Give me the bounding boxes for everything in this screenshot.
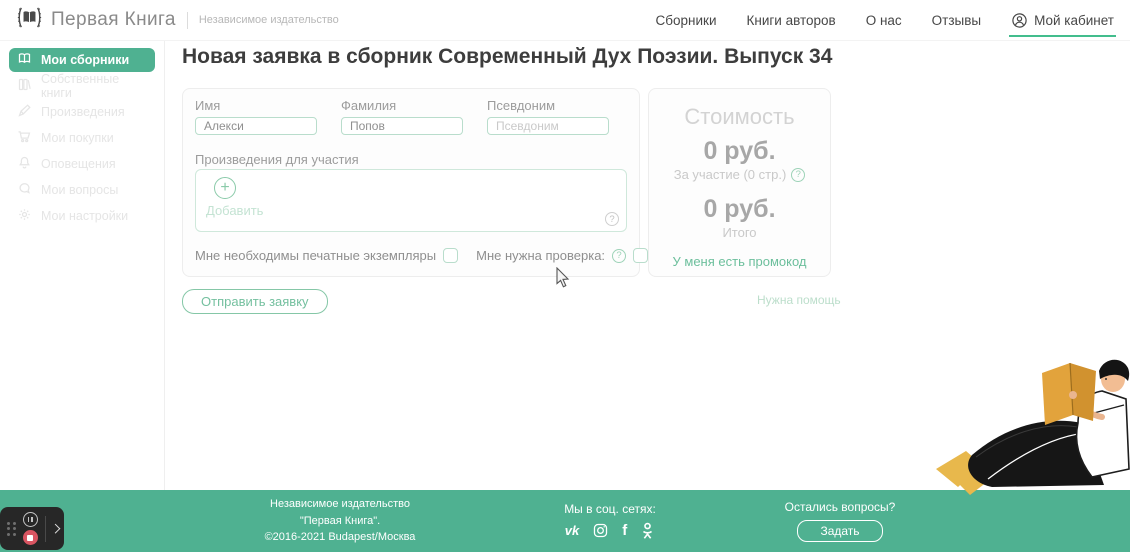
nav-my-cabinet-label: Мой кабинет — [1034, 13, 1114, 28]
stop-button[interactable] — [23, 530, 38, 545]
application-form-card: Имя Фамилия Псевдоним Произведения для у… — [182, 88, 640, 277]
promo-code-link[interactable]: У меня есть промокод — [649, 254, 830, 269]
pen-icon — [17, 103, 32, 121]
instagram-icon[interactable] — [592, 522, 609, 539]
vk-icon[interactable]: vk — [565, 523, 579, 538]
publisher-line: ©2016-2021 Budapest/Москва — [225, 529, 455, 546]
main-nav: Сборники Книги авторов О нас Отзывы Мой … — [656, 12, 1114, 29]
odnoklassniki-icon[interactable] — [640, 522, 655, 540]
nav-author-books[interactable]: Книги авторов — [747, 13, 836, 28]
pseudonym-input[interactable] — [487, 117, 609, 135]
sidebar-item-my-purchases[interactable]: Мои покупки — [9, 126, 155, 150]
user-icon — [1011, 12, 1028, 29]
laurel-book-logo-icon — [16, 5, 43, 35]
footer: Независимое издательство "Первая Книга".… — [0, 490, 1130, 552]
pseudonym-field-group: Псевдоним — [487, 98, 609, 135]
need-check-checkbox[interactable] — [633, 248, 648, 263]
social-title: Мы в соц. сетях: — [550, 502, 670, 516]
submit-application-button[interactable]: Отправить заявку — [182, 289, 328, 314]
sidebar-item-label: Мои настройки — [41, 209, 128, 223]
reading-person-illustration — [930, 353, 1130, 505]
cart-icon — [17, 129, 32, 147]
need-check-label: Мне нужна проверка: — [476, 248, 605, 263]
nav-collections[interactable]: Сборники — [656, 13, 717, 28]
last-name-field-group: Фамилия — [341, 98, 463, 135]
sidebar-item-label: Оповещения — [41, 157, 116, 171]
nav-my-cabinet[interactable]: Мой кабинет — [1011, 12, 1114, 29]
questions-title: Остались вопросы? — [770, 500, 910, 514]
participation-caption: За участие (0 стр.) — [674, 167, 787, 182]
add-work-button[interactable]: + Добавить — [206, 177, 263, 218]
top-header: Первая Книга Независимое издательство Сб… — [0, 0, 1130, 41]
pause-button[interactable] — [23, 512, 38, 527]
sidebar-item-my-questions[interactable]: Мои вопросы — [9, 178, 155, 202]
print-copies-checkbox[interactable] — [443, 248, 458, 263]
cost-title: Стоимость — [649, 104, 830, 130]
sidebar: Мои сборники Собственные книги Произведе… — [0, 41, 165, 490]
facebook-icon[interactable]: f — [622, 522, 627, 539]
last-name-label: Фамилия — [341, 98, 463, 113]
checkbox-row: Мне необходимы печатные экземпляры Мне н… — [195, 248, 648, 263]
sidebar-item-works[interactable]: Произведения — [9, 100, 155, 124]
page-title: Новая заявка в сборник Современный Дух П… — [182, 45, 832, 69]
social-block: Мы в соц. сетях: vk f — [550, 502, 670, 541]
sidebar-item-label: Собственные книги — [41, 72, 147, 100]
need-check-help-icon[interactable]: ? — [612, 249, 626, 263]
stop-icon — [27, 535, 33, 541]
books-icon — [17, 77, 32, 95]
questions-block: Остались вопросы? Задать — [770, 500, 910, 542]
sidebar-item-label: Мои вопросы — [41, 183, 118, 197]
sidebar-item-label: Мои покупки — [41, 131, 114, 145]
drag-handle-icon[interactable] — [7, 522, 16, 536]
sidebar-item-label: Произведения — [41, 105, 125, 119]
expand-chevron-icon[interactable] — [51, 524, 61, 534]
logo-subtitle: Независимое издательство — [199, 14, 339, 26]
works-label: Произведения для участия — [195, 152, 359, 167]
works-help-icon[interactable]: ? — [605, 212, 619, 226]
need-help-link[interactable]: Нужна помощь — [757, 293, 841, 307]
first-name-label: Имя — [195, 98, 317, 113]
sidebar-item-label: Мои сборники — [41, 53, 129, 67]
nav-reviews[interactable]: Отзывы — [932, 13, 981, 28]
last-name-input[interactable] — [341, 117, 463, 135]
gear-icon — [17, 207, 32, 225]
publisher-info: Независимое издательство "Первая Книга".… — [225, 496, 455, 546]
logo[interactable]: Первая Книга Независимое издательство — [16, 5, 339, 35]
sidebar-item-my-settings[interactable]: Мои настройки — [9, 204, 155, 228]
nav-about[interactable]: О нас — [866, 13, 902, 28]
publisher-line: "Первая Книга". — [225, 513, 455, 530]
cost-panel: Стоимость 0 руб. За участие (0 стр.) ? 0… — [648, 88, 831, 277]
screen-recorder-widget[interactable] — [0, 507, 64, 550]
total-caption: Итого — [649, 225, 830, 240]
open-book-icon — [17, 51, 32, 69]
first-name-field-group: Имя — [195, 98, 317, 135]
chat-icon — [17, 181, 32, 199]
logo-separator — [187, 12, 188, 29]
sidebar-item-own-books[interactable]: Собственные книги — [9, 74, 155, 98]
participation-help-icon[interactable]: ? — [791, 168, 805, 182]
participation-amount: 0 руб. — [649, 137, 830, 166]
pseudonym-label: Псевдоним — [487, 98, 609, 113]
total-amount: 0 руб. — [649, 195, 830, 224]
sidebar-item-my-collections[interactable]: Мои сборники — [9, 48, 155, 72]
bell-icon — [17, 155, 32, 173]
plus-icon: + — [214, 177, 236, 199]
page: Первая Книга Независимое издательство Сб… — [0, 0, 1130, 552]
logo-title: Первая Книга — [51, 9, 176, 31]
divider — [45, 516, 46, 542]
recorder-buttons — [23, 512, 38, 545]
add-work-label: Добавить — [206, 203, 263, 218]
ask-question-button[interactable]: Задать — [797, 520, 882, 542]
first-name-input[interactable] — [195, 117, 317, 135]
works-dropzone[interactable]: + Добавить ? — [195, 169, 627, 232]
print-copies-label: Мне необходимы печатные экземпляры — [195, 248, 436, 263]
participation-caption-row: За участие (0 стр.) ? — [649, 167, 830, 182]
publisher-line: Независимое издательство — [225, 496, 455, 513]
social-icons-row: vk f — [550, 521, 670, 541]
sidebar-item-notifications[interactable]: Оповещения — [9, 152, 155, 176]
